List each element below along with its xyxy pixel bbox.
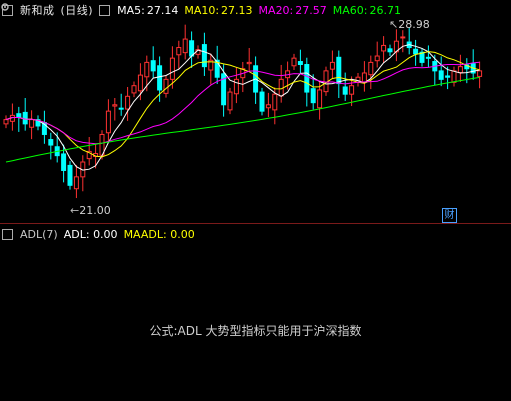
candle-body (413, 48, 419, 55)
candle-body (368, 61, 374, 76)
candle-body (22, 111, 28, 125)
candle-body (329, 61, 335, 70)
candle-body (457, 66, 463, 74)
finance-event-marker[interactable]: 财 (442, 208, 457, 223)
candle-body (131, 85, 137, 94)
indicator-header: ADL(7) ADL: 0.00 MAADL: 0.00 (2, 228, 195, 241)
candle-body (272, 93, 278, 111)
candle-body (400, 36, 406, 39)
candle-body (157, 65, 163, 91)
adl-readout: ADL: 0.00 (63, 228, 118, 241)
candle-body (381, 44, 387, 52)
candle-body (169, 57, 175, 80)
low-price-label: ←21.00 (70, 204, 111, 217)
candle-body (150, 60, 156, 72)
candle-body (112, 104, 118, 107)
high-price-label: ↖28.98 (389, 18, 430, 31)
candle-body (259, 91, 265, 112)
candlestick-chart (3, 24, 483, 199)
indicator-note: 公式:ADL 大势型指标只能用于沪深指数 (149, 324, 362, 338)
candle-body (317, 89, 323, 109)
candle-body (176, 47, 182, 56)
candle-body (297, 61, 303, 66)
candle-body (349, 85, 355, 95)
candle-body (310, 88, 316, 104)
candle-body (189, 40, 195, 57)
candle-body (3, 119, 9, 125)
candle-body (342, 86, 348, 95)
candle-body (48, 139, 54, 146)
candle-body (29, 119, 35, 128)
indicator-name[interactable]: ADL(7) (20, 228, 58, 241)
candle-body (336, 56, 342, 85)
candle-body (137, 74, 143, 92)
candle-body (374, 55, 380, 62)
candle-body (201, 44, 207, 68)
candle-body (61, 153, 67, 171)
maadl-readout: MAADL: 0.00 (123, 228, 195, 241)
candle-body (118, 107, 124, 110)
candle-body (163, 78, 169, 94)
candle-body (246, 61, 252, 65)
candle-body (144, 61, 150, 78)
candle-body (438, 70, 444, 80)
candle-body (445, 75, 451, 78)
candle-body (125, 95, 131, 110)
candle-body (227, 91, 233, 111)
candle-body (291, 57, 297, 67)
indicator-toggle-box[interactable] (2, 229, 13, 240)
candle-body (304, 64, 310, 93)
candle-body (477, 70, 483, 77)
candle-body (16, 113, 22, 119)
candle-body (387, 48, 393, 53)
candle-body (105, 110, 111, 134)
candle-body (73, 176, 79, 190)
candle-body (451, 70, 457, 83)
candle-body (182, 38, 188, 54)
candle-body (67, 164, 73, 186)
indicator-panel[interactable] (0, 224, 511, 401)
candle-body (265, 104, 271, 109)
candle-body (233, 78, 239, 95)
candle-body (425, 56, 431, 59)
candle-body (361, 72, 367, 83)
